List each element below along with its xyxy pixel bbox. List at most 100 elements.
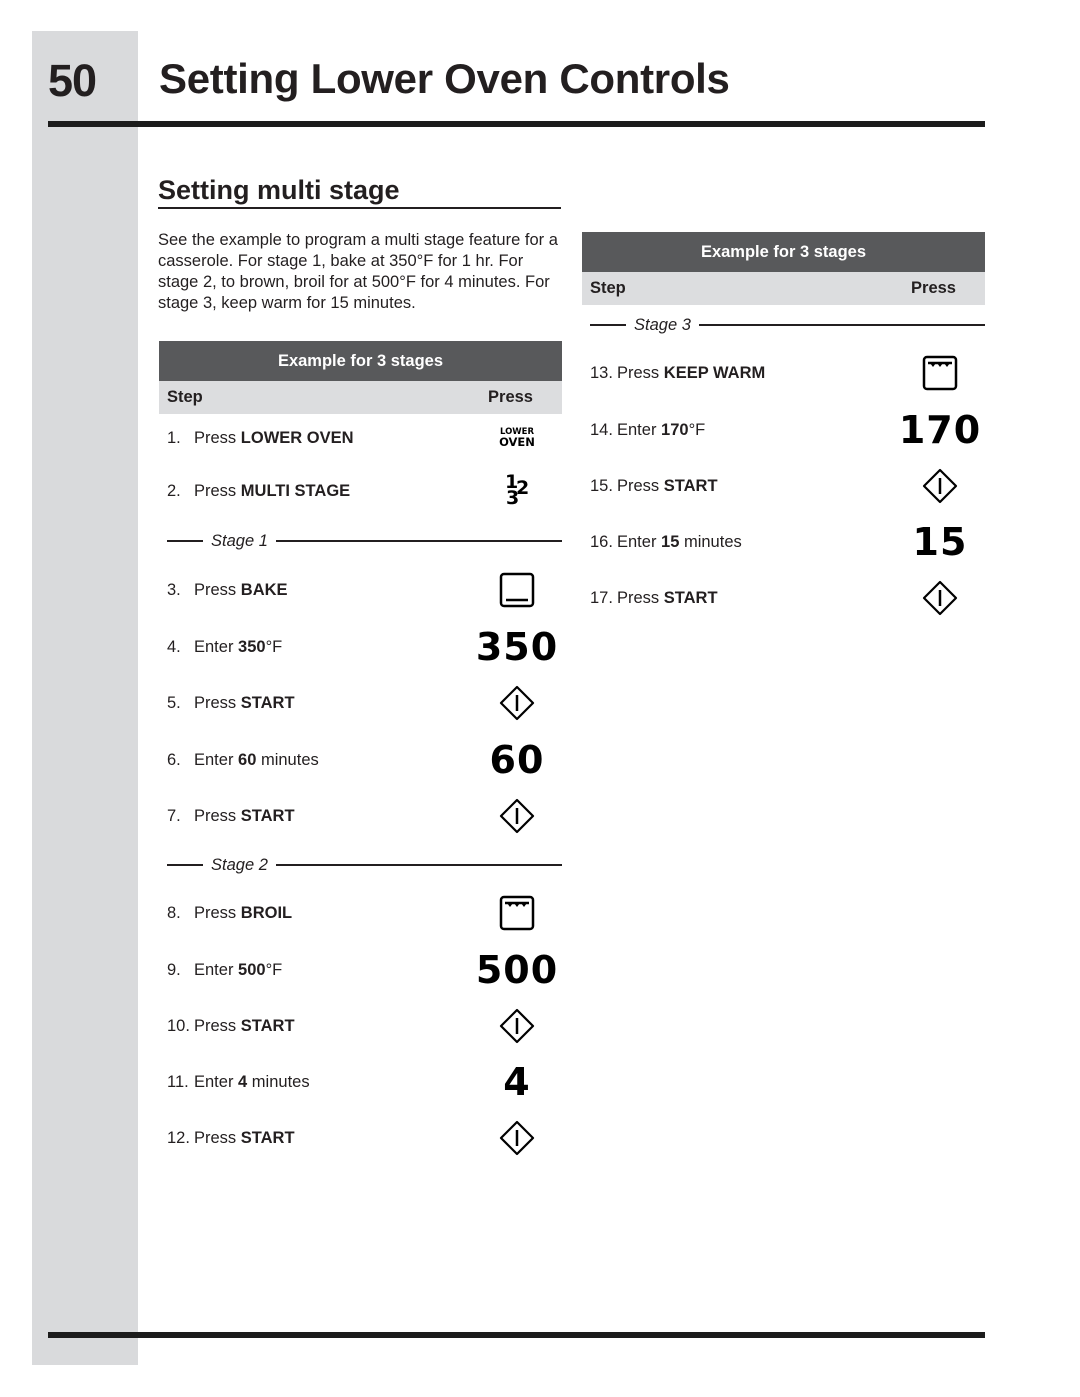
step-row: 3. Press BAKE xyxy=(167,570,562,610)
lower-oven-key-icon: LOWER OVEN xyxy=(499,426,535,450)
press-cell: 4 xyxy=(467,1052,567,1112)
stage-label: Stage 3 xyxy=(634,315,691,334)
step-row: 17. Press START xyxy=(590,578,985,618)
start-icon xyxy=(499,1008,535,1044)
step-text: Press START xyxy=(617,588,718,607)
section-rule xyxy=(158,207,561,209)
display-value: 500 xyxy=(475,948,559,992)
press-cell xyxy=(467,786,567,846)
column-step: Step xyxy=(167,388,203,406)
step-row: 16. Enter 15 minutes 15 xyxy=(590,520,985,564)
step-row: 14. Enter 170°F 170 xyxy=(590,408,985,452)
step-text: Press MULTI STAGE xyxy=(194,481,351,500)
display-value: 170 xyxy=(898,408,982,452)
stage-label: Stage 2 xyxy=(211,855,268,874)
step-text: Press BAKE xyxy=(194,580,288,599)
step-text: Enter 170°F xyxy=(617,420,706,439)
footer-rule xyxy=(48,1332,985,1338)
column-step: Step xyxy=(590,279,626,297)
stage-label: Stage 1 xyxy=(211,531,268,550)
table-column-headers: Step Press xyxy=(582,272,985,305)
press-cell: 60 xyxy=(467,730,567,790)
step-number: 7. xyxy=(167,806,181,825)
broil-icon xyxy=(499,895,535,931)
press-cell xyxy=(890,456,990,516)
press-cell xyxy=(467,560,567,620)
press-cell: 15 xyxy=(890,512,990,572)
step-number: 1. xyxy=(167,428,181,447)
press-cell xyxy=(467,673,567,733)
step-row: 7. Press START xyxy=(167,796,562,836)
display-value: 15 xyxy=(912,520,968,564)
bake-icon xyxy=(499,572,535,608)
step-row: 6. Enter 60 minutes 60 xyxy=(167,738,562,782)
step-number: 17. xyxy=(590,588,613,607)
step-number: 14. xyxy=(590,420,613,439)
multi-stage-key-icon: 1 2 3 xyxy=(505,471,530,509)
keep-warm-icon xyxy=(922,355,958,391)
header-rule xyxy=(48,121,985,127)
step-number: 3. xyxy=(167,580,181,599)
step-number: 13. xyxy=(590,363,613,382)
press-cell: 500 xyxy=(467,940,567,1000)
table-title: Example for 3 stages xyxy=(582,232,985,272)
page-number: 50 xyxy=(48,55,97,106)
step-text: Enter 15 minutes xyxy=(617,532,742,551)
step-text: Press START xyxy=(194,1128,295,1147)
step-text: Press BROIL xyxy=(194,903,293,922)
step-number: 9. xyxy=(167,960,181,979)
step-number: 15. xyxy=(590,476,613,495)
step-number: 16. xyxy=(590,532,613,551)
step-number: 2. xyxy=(167,481,181,500)
display-value: 4 xyxy=(503,1060,531,1104)
step-row: 8. Press BROIL xyxy=(167,893,562,933)
page-title: Setting Lower Oven Controls xyxy=(159,55,730,102)
stage-divider: Stage 1 xyxy=(167,531,562,551)
press-cell: LOWER OVEN xyxy=(467,408,567,468)
press-cell: 350 xyxy=(467,617,567,677)
press-cell xyxy=(890,568,990,628)
step-row: 5. Press START xyxy=(167,683,562,723)
column-press: Press xyxy=(488,388,533,406)
step-number: 12. xyxy=(167,1128,190,1147)
display-value: 60 xyxy=(489,738,545,782)
stage-divider: Stage 3 xyxy=(590,315,985,335)
step-text: Press START xyxy=(194,693,295,712)
step-row: 13. Press KEEP WARM xyxy=(590,353,985,393)
example-table-left: Example for 3 stages Step Press 1. Press… xyxy=(159,341,562,1171)
table-title: Example for 3 stages xyxy=(159,341,562,381)
step-row: 2. Press MULTI STAGE 1 2 3 xyxy=(167,471,562,511)
start-icon xyxy=(499,1120,535,1156)
step-number: 5. xyxy=(167,693,181,712)
step-number: 4. xyxy=(167,637,181,656)
step-row: 12. Press START xyxy=(167,1118,562,1158)
press-cell xyxy=(890,343,990,403)
display-value: 350 xyxy=(475,625,559,669)
step-row: 10. Press START xyxy=(167,1006,562,1046)
step-text: Enter 350°F xyxy=(194,637,283,656)
step-row: 15. Press START xyxy=(590,466,985,506)
step-text: Press START xyxy=(194,1016,295,1035)
press-cell xyxy=(467,1108,567,1168)
column-press: Press xyxy=(911,279,956,297)
press-cell xyxy=(467,883,567,943)
start-icon xyxy=(499,798,535,834)
step-text: Press KEEP WARM xyxy=(617,363,766,382)
step-number: 8. xyxy=(167,903,181,922)
step-text: Enter 500°F xyxy=(194,960,283,979)
example-table-right: Example for 3 stages Step Press Stage 3 … xyxy=(582,232,985,632)
start-icon xyxy=(499,685,535,721)
press-cell: 1 2 3 xyxy=(467,461,567,521)
step-number: 10. xyxy=(167,1016,190,1035)
press-cell xyxy=(467,996,567,1056)
step-row: 4. Enter 350°F 350 xyxy=(167,625,562,669)
step-number: 11. xyxy=(167,1072,189,1091)
step-number: 6. xyxy=(167,750,181,769)
step-text: Enter 4 minutes xyxy=(194,1072,310,1091)
start-icon xyxy=(922,580,958,616)
step-text: Press LOWER OVEN xyxy=(194,428,354,447)
sidebar-band xyxy=(32,31,138,1365)
step-row: 1. Press LOWER OVEN LOWER OVEN xyxy=(167,418,562,458)
step-text: Press START xyxy=(617,476,718,495)
step-row: 11. Enter 4 minutes 4 xyxy=(167,1060,562,1104)
